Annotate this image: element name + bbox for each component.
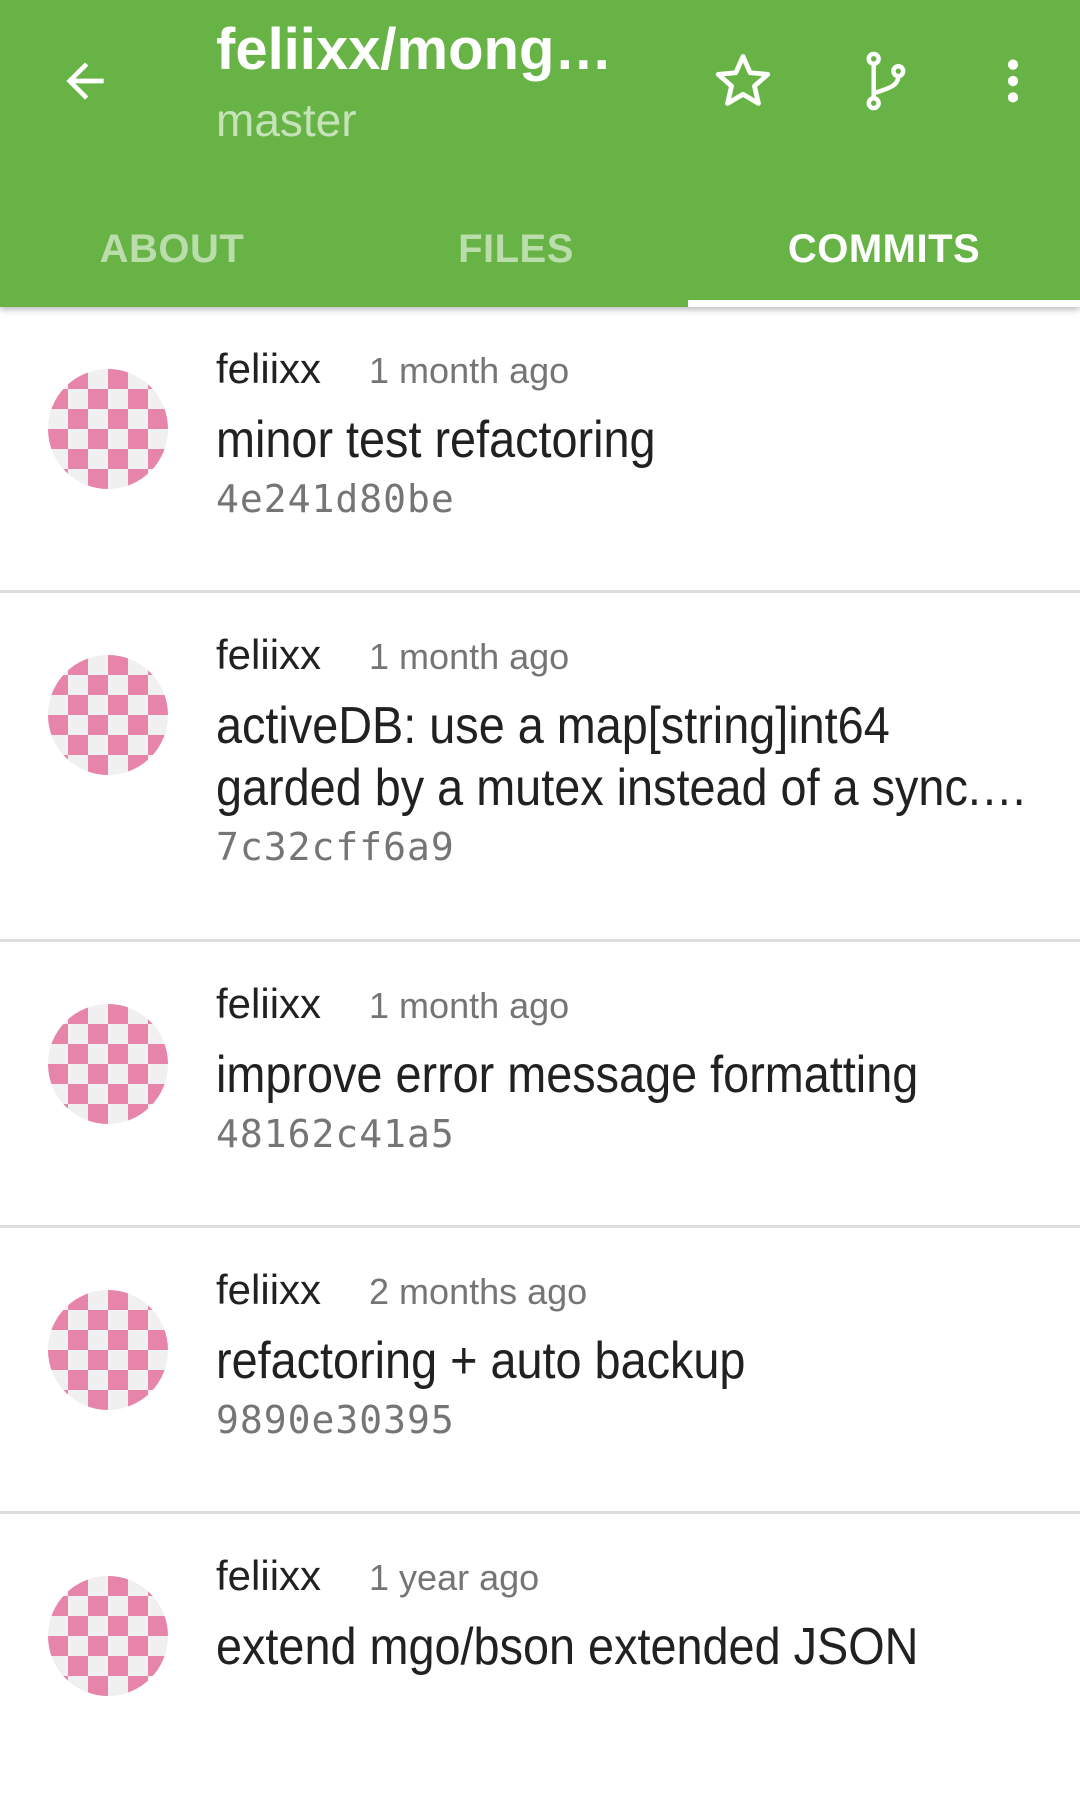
branch-subtitle: master <box>216 94 357 146</box>
star-button[interactable] <box>700 38 786 124</box>
commit-message: refactoring + auto backup <box>216 1332 746 1390</box>
commit-item[interactable]: feliixx 1 month ago activeDB: use a map[… <box>0 593 1080 942</box>
avatar <box>48 369 168 489</box>
commit-time: 1 year ago <box>369 1557 540 1598</box>
commit-meta: feliixx 1 month ago <box>216 345 1040 405</box>
tab-about[interactable]: ABOUT <box>0 192 344 307</box>
commit-message: extend mgo/bson extended JSON <box>216 1618 919 1676</box>
avatar <box>48 1576 168 1696</box>
avatar <box>48 655 168 775</box>
tab-commits[interactable]: COMMITS <box>688 192 1080 307</box>
commit-meta: feliixx 1 year ago <box>216 1552 1040 1612</box>
commit-message: improve error message formatting <box>216 1046 919 1104</box>
commit-meta: feliixx 1 month ago <box>216 631 1040 691</box>
commit-list: feliixx 1 month ago minor test refactori… <box>0 307 1080 1800</box>
commit-author: feliixx <box>216 631 322 678</box>
commit-meta: feliixx 1 month ago <box>216 980 1040 1040</box>
commit-author: feliixx <box>216 345 322 392</box>
commit-author: feliixx <box>216 980 322 1027</box>
title-block: feliixx/mongo… master <box>216 14 636 150</box>
commit-author: feliixx <box>216 1552 322 1599</box>
commit-body: feliixx 1 month ago minor test refactori… <box>216 345 1040 521</box>
commit-body: feliixx 1 month ago improve error messag… <box>216 980 1040 1156</box>
commit-time: 1 month ago <box>369 985 570 1026</box>
tab-bar: ABOUT FILES COMMITS <box>0 192 1080 307</box>
commit-time: 1 month ago <box>369 636 570 677</box>
commit-body: feliixx 2 months ago refactoring + auto … <box>216 1266 1040 1442</box>
commit-meta: feliixx 2 months ago <box>216 1266 1040 1326</box>
source-branch-icon <box>866 51 906 111</box>
arrow-left-icon <box>66 62 104 100</box>
commit-time: 1 month ago <box>369 350 570 391</box>
commit-body: feliixx 1 year ago extend mgo/bson exten… <box>216 1552 1040 1684</box>
more-vertical-icon <box>1007 59 1019 103</box>
branch-button[interactable] <box>843 38 929 124</box>
commit-time: 2 months ago <box>369 1271 588 1312</box>
commit-message: minor test refactoring <box>216 411 656 469</box>
tab-files[interactable]: FILES <box>344 192 688 307</box>
avatar <box>48 1290 168 1410</box>
back-button[interactable] <box>42 38 128 124</box>
commit-sha: 7c32cff6a9 <box>216 825 455 869</box>
overflow-menu-button[interactable] <box>970 38 1056 124</box>
app-bar: feliixx/mongo… master ABOUT FILES COMMIT… <box>0 0 1080 307</box>
commit-sha: 48162c41a5 <box>216 1112 455 1156</box>
repo-title: feliixx/mongo… <box>216 17 636 82</box>
commit-item[interactable]: feliixx 1 year ago extend mgo/bson exten… <box>0 1514 1080 1800</box>
avatar <box>48 1004 168 1124</box>
commit-sha: 9890e30395 <box>216 1398 455 1442</box>
commit-message: activeDB: use a map[string]int64 garded … <box>216 697 1028 817</box>
star-outline-icon <box>715 54 771 106</box>
commit-item[interactable]: feliixx 2 months ago refactoring + auto … <box>0 1228 1080 1514</box>
commit-item[interactable]: feliixx 1 month ago minor test refactori… <box>0 307 1080 593</box>
commit-item[interactable]: feliixx 1 month ago improve error messag… <box>0 942 1080 1228</box>
commit-body: feliixx 1 month ago activeDB: use a map[… <box>216 631 1040 869</box>
commit-sha: 4e241d80be <box>216 477 455 521</box>
commit-author: feliixx <box>216 1266 322 1313</box>
